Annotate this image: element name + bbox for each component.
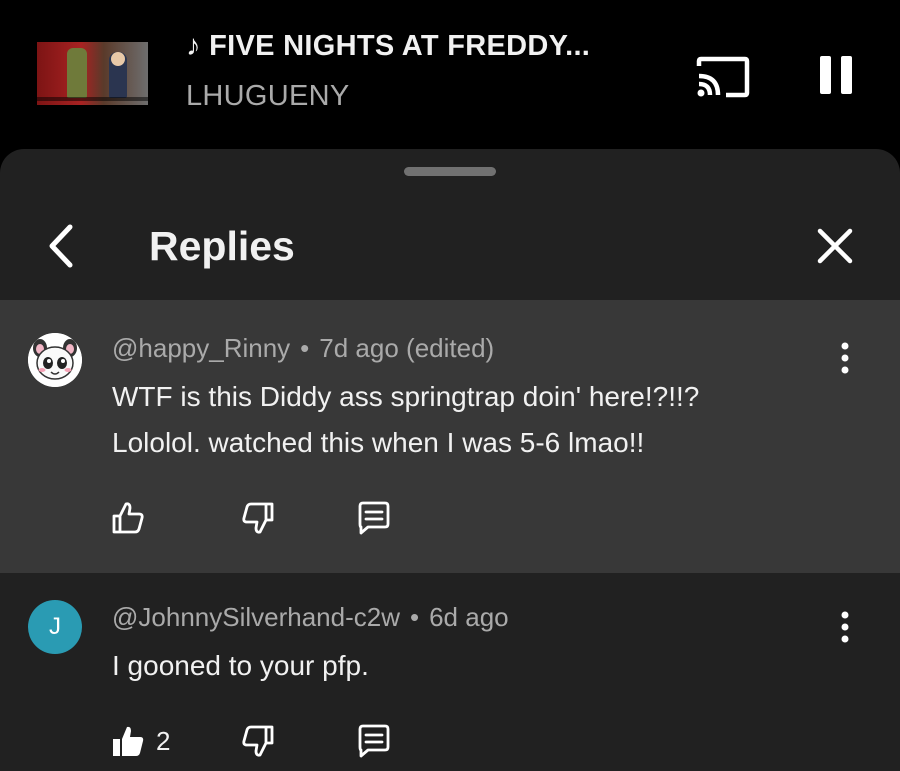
replies-sheet: Replies @happy_Rinny • 7d ago (edited) W… <box>0 149 900 771</box>
close-icon <box>817 228 853 264</box>
edited-label: (edited) <box>406 333 495 363</box>
comment-time[interactable]: 7d ago <box>319 333 399 363</box>
back-button[interactable] <box>40 223 84 269</box>
like-button[interactable] <box>110 498 146 538</box>
mini-player-title[interactable]: ♪ FIVE NIGHTS AT FREDDY... <box>186 30 656 63</box>
thumbnail-figure-right <box>109 52 127 98</box>
dislike-button[interactable] <box>240 498 276 538</box>
like-button[interactable]: 2 <box>110 721 170 761</box>
comment-meta: @happy_Rinny • 7d ago (edited) <box>112 333 494 364</box>
comment-text-line: WTF is this Diddy ass springtrap doin' h… <box>112 381 700 412</box>
avatar[interactable]: J <box>28 600 82 654</box>
youtube-replies-screen: ♪ FIVE NIGHTS AT FREDDY... LHUGUENY Repl… <box>0 0 900 771</box>
comment-item: @happy_Rinny • 7d ago (edited) WTF is this… <box>0 300 900 573</box>
mini-player[interactable]: ♪ FIVE NIGHTS AT FREDDY... LHUGUENY <box>0 0 900 150</box>
more-options-button[interactable] <box>830 338 860 378</box>
meta-separator: • <box>409 602 420 632</box>
comment-text-line: I gooned to your pfp. <box>112 650 369 681</box>
video-thumbnail[interactable] <box>37 42 148 105</box>
thumbnail-figure-left <box>67 48 87 98</box>
reply-comment-icon <box>358 501 390 535</box>
thumb-up-icon <box>112 502 144 534</box>
comment-author[interactable]: @JohnnySilverhand-c2w <box>112 602 400 632</box>
sheet-title: Replies <box>149 223 295 269</box>
comment-author[interactable]: @happy_Rinny <box>112 333 290 363</box>
chevron-left-icon <box>49 224 73 268</box>
drag-handle[interactable] <box>404 167 496 176</box>
more-vert-icon <box>841 611 849 643</box>
more-vert-icon <box>841 342 849 374</box>
close-button[interactable] <box>812 223 858 269</box>
comment-time[interactable]: 6d ago <box>429 602 509 632</box>
more-options-button[interactable] <box>830 607 860 647</box>
comment-text-line: Lololol. watched this when I was 5-6 lma… <box>112 427 645 458</box>
like-count: 2 <box>156 725 171 756</box>
reply-button[interactable] <box>356 498 392 538</box>
comment-text: I gooned to your pfp. <box>112 643 369 689</box>
comment-text: WTF is this Diddy ass springtrap doin' h… <box>112 374 699 466</box>
cast-icon <box>696 56 750 98</box>
meta-separator: • <box>300 333 310 363</box>
avatar[interactable] <box>28 333 82 387</box>
comment-item: J @JohnnySilverhand-c2w • 6d ago I gooned … <box>0 573 900 771</box>
anime-avatar-icon <box>28 333 82 387</box>
dislike-button[interactable] <box>240 721 276 761</box>
thumb-down-icon <box>242 502 274 534</box>
cast-button[interactable] <box>696 56 750 98</box>
reply-comment-icon <box>358 724 390 758</box>
mini-player-channel[interactable]: LHUGUENY <box>186 80 350 113</box>
reply-button[interactable] <box>356 721 392 761</box>
pause-icon <box>820 56 852 94</box>
thumb-up-filled-icon <box>113 726 144 756</box>
comment-meta: @JohnnySilverhand-c2w • 6d ago <box>112 602 509 633</box>
thumbnail-caption-bar <box>37 97 148 101</box>
pause-button[interactable] <box>816 54 856 96</box>
thumb-down-icon <box>242 725 274 757</box>
